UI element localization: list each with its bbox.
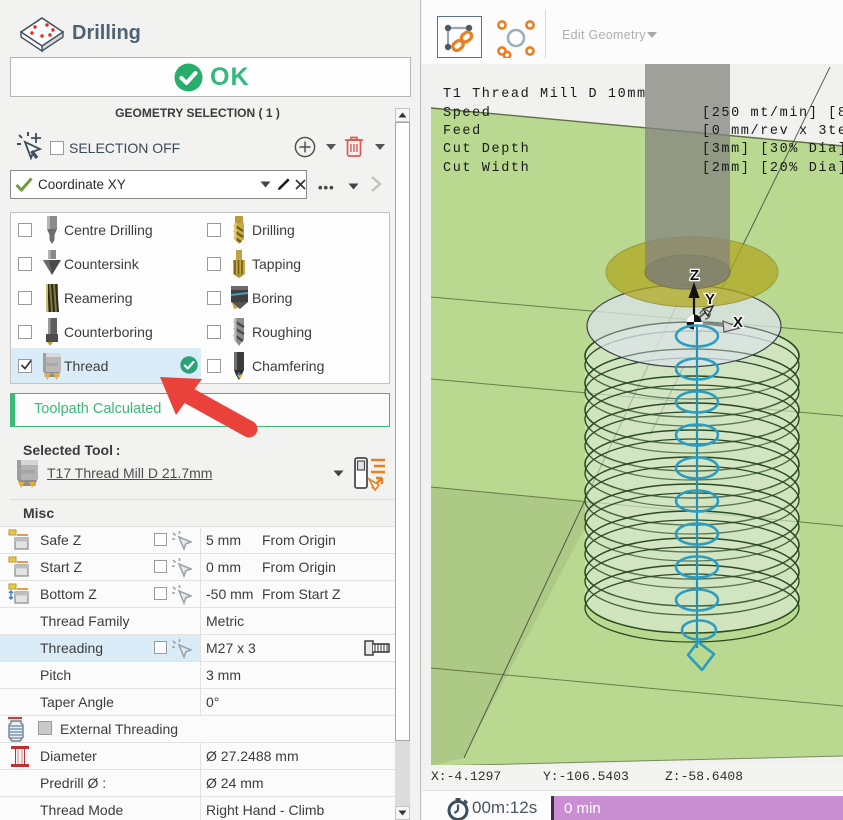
svg-text:X: X xyxy=(733,314,743,331)
svg-text:Y: Y xyxy=(705,291,715,308)
svg-text:Z: Z xyxy=(690,267,699,284)
